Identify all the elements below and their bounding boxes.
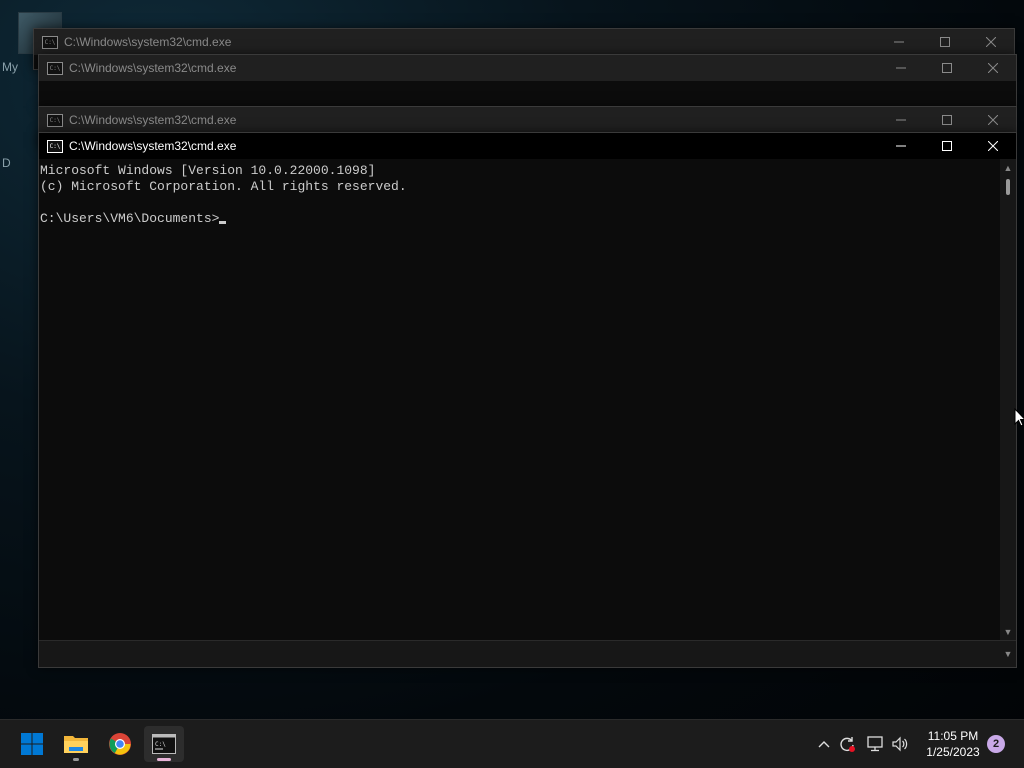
- file-explorer-button[interactable]: [56, 726, 96, 762]
- command-prompt-button[interactable]: C:\: [144, 726, 184, 762]
- title-bar[interactable]: C:\ C:\Windows\system32\cmd.exe: [39, 55, 1016, 81]
- vertical-scrollbar[interactable]: ▲ ▼: [1000, 159, 1016, 641]
- console-line: ​: [40, 195, 1000, 211]
- scrollbar-thumb[interactable]: [1006, 179, 1010, 195]
- mouse-pointer-icon: [1014, 408, 1024, 427]
- close-button[interactable]: [970, 133, 1016, 159]
- minimize-button[interactable]: [876, 29, 922, 55]
- cmd-window-active[interactable]: C:\ C:\Windows\system32\cmd.exe Microsof…: [38, 132, 1017, 668]
- maximize-button[interactable]: [924, 133, 970, 159]
- close-button[interactable]: [970, 55, 1016, 81]
- sync-icon: [840, 737, 855, 752]
- close-button[interactable]: [970, 107, 1016, 133]
- console-line: (c) Microsoft Corporation. All rights re…: [40, 179, 407, 194]
- notification-badge[interactable]: 2: [987, 735, 1005, 753]
- minimize-button[interactable]: [878, 107, 924, 133]
- system-clock[interactable]: 11:05 PM 1/25/2023: [914, 728, 992, 760]
- cmd-app-icon: C:\: [47, 61, 63, 75]
- network-icon: [867, 736, 883, 752]
- chrome-icon: [109, 733, 131, 755]
- clock-date: 1/25/2023: [926, 745, 980, 759]
- text-cursor: [219, 221, 227, 224]
- cmd-icon: C:\: [152, 734, 176, 754]
- volume-icon: [892, 736, 908, 752]
- console-output[interactable]: Microsoft Windows [Version 10.0.22000.10…: [39, 159, 1000, 641]
- cmd-app-icon: C:\: [42, 35, 58, 49]
- title-bar[interactable]: C:\ C:\Windows\system32\cmd.exe: [34, 29, 1014, 55]
- minimize-button[interactable]: [878, 55, 924, 81]
- scroll-up-arrow-icon[interactable]: ▲: [1000, 161, 1016, 175]
- chrome-button[interactable]: [100, 726, 140, 762]
- window-title: C:\Windows\system32\cmd.exe: [69, 61, 237, 75]
- maximize-button[interactable]: [922, 29, 968, 55]
- clock-time: 11:05 PM: [927, 729, 979, 743]
- minimize-button[interactable]: [878, 133, 924, 159]
- cmd-app-icon: C:\: [47, 113, 63, 127]
- taskbar: C:\ 11:05 PM 1/25/2023: [0, 719, 1024, 768]
- active-indicator: [157, 758, 171, 761]
- console-line: Microsoft Windows [Version 10.0.22000.10…: [40, 163, 376, 178]
- start-button[interactable]: [12, 726, 52, 762]
- sync-tray-button[interactable]: [836, 720, 858, 768]
- window-title: C:\Windows\system32\cmd.exe: [64, 35, 232, 49]
- volume-tray-button[interactable]: [889, 720, 911, 768]
- chevron-up-icon: [818, 741, 830, 748]
- title-bar[interactable]: C:\ C:\Windows\system32\cmd.exe: [39, 107, 1016, 133]
- cmd-window-2[interactable]: C:\ C:\Windows\system32\cmd.exe: [38, 54, 1017, 108]
- desktop-label-d: D: [2, 156, 11, 170]
- maximize-button[interactable]: [924, 107, 970, 133]
- console-prompt-line[interactable]: C:\Users\VM6\Documents>: [40, 211, 1000, 227]
- network-tray-button[interactable]: [864, 720, 886, 768]
- desktop-label-my: My: [2, 60, 18, 74]
- windows-logo-icon: [21, 733, 43, 755]
- console-prompt: C:\Users\VM6\Documents>: [40, 211, 220, 226]
- show-hidden-icons-button[interactable]: [814, 720, 834, 768]
- maximize-button[interactable]: [924, 55, 970, 81]
- svg-text:C:\: C:\: [155, 741, 166, 748]
- scroll-down-arrow-icon[interactable]: ▼: [1000, 625, 1016, 639]
- horizontal-scroll-area: ▼: [39, 640, 1016, 667]
- title-bar[interactable]: C:\ C:\Windows\system32\cmd.exe: [39, 133, 1016, 159]
- window-title: C:\Windows\system32\cmd.exe: [69, 139, 237, 153]
- window-title: C:\Windows\system32\cmd.exe: [69, 113, 237, 127]
- folder-icon: [64, 736, 88, 753]
- running-indicator: [73, 758, 79, 761]
- close-button[interactable]: [968, 29, 1014, 55]
- cmd-app-icon: C:\: [47, 139, 63, 153]
- scroll-corner-down-icon[interactable]: ▼: [1000, 647, 1016, 661]
